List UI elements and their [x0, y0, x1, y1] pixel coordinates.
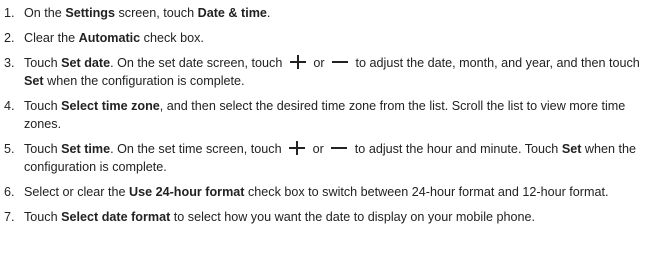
step-text: screen, touch — [115, 6, 198, 20]
step-number: 3. — [4, 56, 15, 70]
plus-icon — [288, 141, 306, 155]
step-text: or — [309, 142, 328, 156]
step-text: check box to switch between 24-hour form… — [244, 185, 609, 199]
step-4: 4. Touch Select time zone, and then sele… — [0, 97, 650, 133]
step-7: 7. Touch Select date format to select ho… — [0, 208, 650, 226]
step-text: Touch — [24, 142, 62, 156]
step-text: On the — [24, 6, 66, 20]
step-3: 3. Touch Set date. On the set date scree… — [0, 54, 650, 90]
plus-icon — [289, 55, 307, 69]
step-number: 6. — [4, 185, 15, 199]
step-5: 5. Touch Set time. On the set time scree… — [0, 140, 650, 176]
step-number: 5. — [4, 142, 15, 156]
step-6: 6. Select or clear the Use 24-hour forma… — [0, 183, 650, 201]
step-number: 4. — [4, 99, 15, 113]
ui-term: Select date format — [61, 210, 171, 224]
step-text: when the configuration is complete. — [43, 74, 245, 88]
step-text: . — [266, 6, 271, 20]
step-text: Clear the — [24, 31, 79, 45]
step-text: . On the set date screen, touch — [110, 56, 286, 70]
step-text: check box. — [140, 31, 204, 45]
step-number: 1. — [4, 6, 15, 20]
step-text: Select or clear the — [24, 185, 129, 199]
step-text: to select how you want the date to displ… — [170, 210, 536, 224]
step-1: 1. On the Settings screen, touch Date & … — [0, 4, 650, 22]
ui-term: Settings — [65, 6, 115, 20]
ui-term: Set — [24, 74, 44, 88]
ui-term: Set date — [61, 56, 111, 70]
minus-icon — [330, 142, 348, 154]
step-2: 2. Clear the Automatic check box. — [0, 29, 650, 47]
instruction-list: 1. On the Settings screen, touch Date & … — [0, 0, 650, 226]
ui-term: Select time zone — [61, 99, 160, 113]
minus-icon — [331, 56, 349, 68]
ui-term: Set time — [61, 142, 111, 156]
ui-term: Set — [561, 142, 582, 156]
ui-term: Use 24-hour format — [129, 185, 245, 199]
step-number: 7. — [4, 210, 15, 224]
step-text: to adjust the hour and minute. Touch — [351, 142, 562, 156]
ui-term: Automatic — [78, 31, 141, 45]
step-number: 2. — [4, 31, 15, 45]
step-text: Touch — [24, 99, 62, 113]
ui-term: Date & time — [197, 6, 267, 20]
step-text: or — [309, 56, 329, 70]
step-text: to adjust the date, month, and year, and… — [352, 56, 640, 70]
step-text: Touch — [24, 56, 62, 70]
step-text: Touch — [24, 210, 62, 224]
step-text: . On the set time screen, touch — [110, 142, 286, 156]
